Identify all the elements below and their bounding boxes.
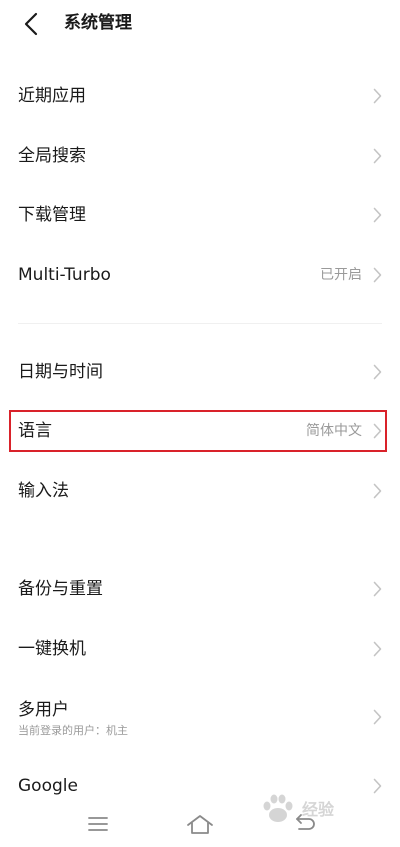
group-divider (18, 323, 382, 324)
back-icon (296, 814, 315, 830)
setting-item-label: 输入法 (18, 481, 69, 501)
setting-item-date-time[interactable]: 日期与时间 (0, 344, 400, 400)
setting-item-label: Google (18, 776, 78, 796)
menu-icon (88, 817, 108, 831)
chevron-right-icon (373, 88, 382, 104)
system-back-button[interactable] (284, 813, 324, 839)
setting-item-label: 备份与重置 (18, 579, 103, 599)
chevron-left-icon (24, 12, 38, 36)
setting-item-backup-reset[interactable]: 备份与重置 (0, 561, 400, 617)
setting-item-label: 一键换机 (18, 639, 86, 659)
setting-item-download-manager[interactable]: 下载管理 (0, 187, 400, 243)
setting-item-label: 多用户 (18, 700, 69, 720)
setting-item-multi-user[interactable]: 多用户 当前登录的用户：机主 (0, 689, 400, 745)
chevron-right-icon (373, 267, 382, 283)
chevron-right-icon (373, 641, 382, 657)
system-navigation-bar (0, 805, 400, 847)
recent-apps-button[interactable] (78, 813, 118, 839)
chevron-right-icon (373, 483, 382, 499)
setting-item-recent-apps[interactable]: 近期应用 (0, 68, 400, 124)
chevron-right-icon (373, 364, 382, 380)
setting-item-label: 下载管理 (18, 205, 86, 225)
setting-item-label: 近期应用 (18, 86, 86, 106)
highlight-annotation (9, 410, 387, 452)
chevron-right-icon (373, 709, 382, 725)
setting-item-label: 日期与时间 (18, 362, 103, 382)
setting-item-phone-clone[interactable]: 一键换机 (0, 621, 400, 677)
setting-item-input-method[interactable]: 输入法 (0, 463, 400, 519)
home-icon (187, 815, 213, 834)
setting-item-status: 已开启 (320, 267, 362, 283)
chevron-right-icon (373, 207, 382, 223)
setting-item-label: 全局搜索 (18, 146, 86, 166)
home-button[interactable] (180, 813, 220, 839)
title-bar: 系统管理 (0, 0, 400, 48)
chevron-right-icon (373, 581, 382, 597)
page-title: 系统管理 (64, 13, 132, 33)
back-button[interactable] (18, 10, 48, 38)
setting-item-global-search[interactable]: 全局搜索 (0, 128, 400, 184)
chevron-right-icon (373, 148, 382, 164)
setting-item-multi-turbo[interactable]: Multi-Turbo 已开启 (0, 247, 400, 303)
setting-item-label: Multi-Turbo (18, 265, 111, 285)
setting-item-subtitle: 当前登录的用户：机主 (18, 724, 128, 737)
